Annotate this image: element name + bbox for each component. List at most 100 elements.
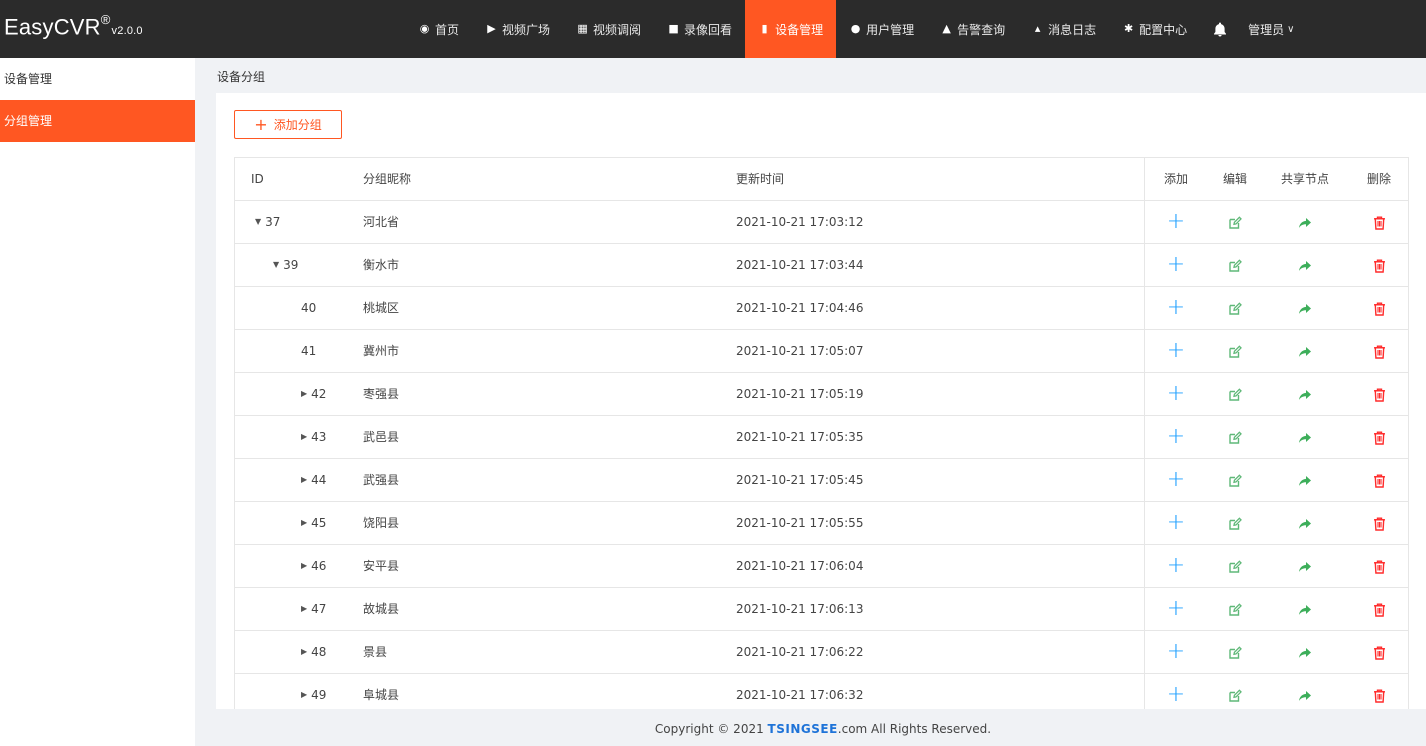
share-node-button[interactable] [1263,502,1347,544]
delete-button[interactable] [1347,459,1408,501]
brand-logo[interactable]: EasyCVR®v2.0.0 [4,12,143,40]
update-time-cell: 2021-10-21 17:06:04 [736,559,864,573]
update-time-cell: 2021-10-21 17:06:32 [736,688,864,702]
edit-button[interactable] [1207,244,1263,286]
nav-item-message-log[interactable]: ▴ 消息日志 [1018,0,1109,58]
delete-button[interactable] [1347,373,1408,415]
nav-item-video-review[interactable]: ▦ 视频调阅 [563,0,654,58]
share-node-button[interactable] [1263,588,1347,630]
edit-button[interactable] [1207,459,1263,501]
nav-item-video-square[interactable]: ▶ 视频广场 [472,0,563,58]
caret-right-icon[interactable]: ▶ [301,631,307,673]
add-child-button[interactable]: + [1145,588,1207,630]
delete-button[interactable] [1347,244,1408,286]
nav-item-config-center[interactable]: ✱ 配置中心 [1109,0,1200,58]
delete-button[interactable] [1347,287,1408,329]
share-node-button[interactable] [1263,330,1347,372]
edit-icon [1228,473,1242,487]
group-name-cell: 故城县 [363,602,400,616]
add-child-button[interactable]: + [1145,244,1207,286]
dashboard-icon: ◉ [419,22,430,35]
caret-right-icon[interactable]: ▶ [301,588,307,630]
row-actions: + [1144,674,1408,709]
delete-button[interactable] [1347,416,1408,458]
share-icon [1298,688,1312,702]
share-node-button[interactable] [1263,244,1347,286]
nav-item-device-management[interactable]: ▮ 设备管理 [745,0,837,58]
caret-down-icon[interactable]: ▼ [255,201,261,243]
plus-icon: + [1166,209,1186,234]
nav-item-alarm-query[interactable]: ▲ 告警查询 [927,0,1018,58]
notification-bell-icon[interactable] [1200,0,1240,58]
group-name-cell: 衡水市 [363,258,400,272]
share-node-button[interactable] [1263,201,1347,243]
sidebar-item-device-management[interactable]: 设备管理 [0,58,195,100]
caret-right-icon[interactable]: ▶ [301,373,307,415]
caret-right-icon[interactable]: ▶ [301,459,307,501]
edit-button[interactable] [1207,287,1263,329]
group-name-cell: 景县 [363,645,388,659]
row-actions: + [1144,373,1408,415]
plus-icon: + [1166,553,1186,578]
add-child-button[interactable]: + [1145,545,1207,587]
edit-button[interactable] [1207,502,1263,544]
add-child-button[interactable]: + [1145,330,1207,372]
share-node-button[interactable] [1263,373,1347,415]
delete-button[interactable] [1347,674,1408,709]
delete-button[interactable] [1347,545,1408,587]
caret-down-icon[interactable]: ▼ [273,244,279,286]
share-node-button[interactable] [1263,674,1347,709]
edit-icon [1228,258,1242,272]
caret-right-icon[interactable]: ▶ [301,502,307,544]
share-node-button[interactable] [1263,545,1347,587]
add-child-button[interactable]: + [1145,373,1207,415]
edit-button[interactable] [1207,416,1263,458]
delete-button[interactable] [1347,631,1408,673]
add-child-button[interactable]: + [1145,631,1207,673]
share-node-button[interactable] [1263,631,1347,673]
edit-button[interactable] [1207,373,1263,415]
update-time-cell: 2021-10-21 17:05:35 [736,430,864,444]
user-menu[interactable]: 管理员 ∨ [1240,0,1302,58]
share-node-button[interactable] [1263,459,1347,501]
add-child-button[interactable]: + [1145,416,1207,458]
share-node-button[interactable] [1263,287,1347,329]
brand-name: EasyCVR [4,14,101,40]
edit-button[interactable] [1207,631,1263,673]
nav-item-user-management[interactable]: ● 用户管理 [836,0,927,58]
caret-right-icon[interactable]: ▶ [301,545,307,587]
add-child-button[interactable]: + [1145,502,1207,544]
nav-label: 告警查询 [957,22,1006,37]
update-time-cell: 2021-10-21 17:05:45 [736,473,864,487]
layout-icon: ▦ [577,22,588,35]
add-child-button[interactable]: + [1145,287,1207,329]
nav-item-home[interactable]: ◉ 首页 [405,0,472,58]
add-group-button[interactable]: + 添加分组 [234,110,342,139]
delete-button[interactable] [1347,502,1408,544]
update-time-cell: 2021-10-21 17:03:12 [736,215,864,229]
edit-button[interactable] [1207,545,1263,587]
edit-icon [1228,215,1242,229]
nav-label: 首页 [435,22,460,37]
edit-button[interactable] [1207,330,1263,372]
row-actions: + [1144,201,1408,243]
caret-right-icon[interactable]: ▶ [301,416,307,458]
delete-button[interactable] [1347,588,1408,630]
share-node-button[interactable] [1263,416,1347,458]
footer-prefix: Copyright © 2021 [654,722,768,736]
delete-button[interactable] [1347,201,1408,243]
add-child-button[interactable]: + [1145,674,1207,709]
plus-icon: + [1166,510,1186,535]
table-row: 40 桃城区 2021-10-21 17:04:46 + [235,287,1408,330]
edit-button[interactable] [1207,201,1263,243]
delete-button[interactable] [1347,330,1408,372]
video-camera-icon: ■ [668,22,679,35]
add-child-button[interactable]: + [1145,201,1207,243]
edit-button[interactable] [1207,674,1263,709]
caret-right-icon[interactable]: ▶ [301,674,307,710]
table-row: ▶ 42 枣强县 2021-10-21 17:05:19 + [235,373,1408,416]
sidebar-item-group-management[interactable]: 分组管理 [0,100,195,142]
edit-button[interactable] [1207,588,1263,630]
add-child-button[interactable]: + [1145,459,1207,501]
nav-item-playback[interactable]: ■ 录像回看 [654,0,745,58]
